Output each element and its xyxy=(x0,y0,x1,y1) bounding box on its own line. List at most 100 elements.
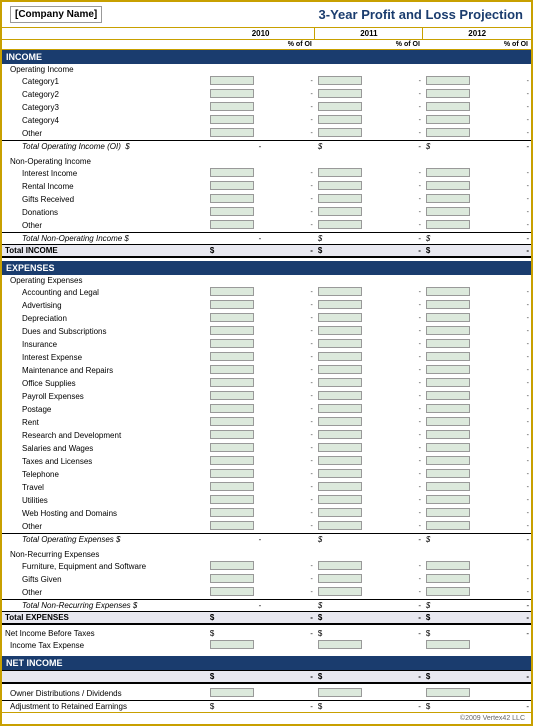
ins-2011-input[interactable] xyxy=(318,339,362,348)
gifts-rcv-2011-input[interactable] xyxy=(318,194,362,203)
furn-2012-input[interactable] xyxy=(426,561,470,570)
trav-2012-input[interactable] xyxy=(426,482,470,491)
rnd-2012-input[interactable] xyxy=(426,430,470,439)
tax-2011-input[interactable] xyxy=(318,456,362,465)
dist-2010-input[interactable] xyxy=(210,688,254,697)
cat2-2012-input[interactable] xyxy=(426,89,470,98)
opother-2012-input[interactable] xyxy=(426,521,470,530)
util-2010-input[interactable] xyxy=(210,495,254,504)
gifts-2010-input[interactable] xyxy=(210,574,254,583)
tax-2010-input[interactable] xyxy=(210,456,254,465)
dist-2011-input[interactable] xyxy=(318,688,362,697)
rent-2011-input[interactable] xyxy=(318,417,362,426)
adv-2010-input[interactable] xyxy=(210,300,254,309)
rental-2010-input[interactable] xyxy=(210,181,254,190)
dues-2010-input[interactable] xyxy=(210,326,254,335)
nonop-other-2012-input[interactable] xyxy=(426,220,470,229)
adv-2012-input[interactable] xyxy=(426,300,470,309)
web-2012-input[interactable] xyxy=(426,508,470,517)
nonop-other-2011-input[interactable] xyxy=(318,220,362,229)
other-2010-input[interactable] xyxy=(210,128,254,137)
tax-2012-input[interactable] xyxy=(426,456,470,465)
intexp-2011-input[interactable] xyxy=(318,352,362,361)
office-2010-input[interactable] xyxy=(210,378,254,387)
trav-2011-input[interactable] xyxy=(318,482,362,491)
cat4-2012-input[interactable] xyxy=(426,115,470,124)
ins-2012-input[interactable] xyxy=(426,339,470,348)
payroll-2012-input[interactable] xyxy=(426,391,470,400)
cat4-2010-input[interactable] xyxy=(210,115,254,124)
rent-2012-input[interactable] xyxy=(426,417,470,426)
ins-2010-input[interactable] xyxy=(210,339,254,348)
cat2-2010-input[interactable] xyxy=(210,89,254,98)
cat3-2012-input[interactable] xyxy=(426,102,470,111)
acct-2010-input[interactable] xyxy=(210,287,254,296)
cat2-2011-input[interactable] xyxy=(318,89,362,98)
maint-2010-input[interactable] xyxy=(210,365,254,374)
payroll-2010-input[interactable] xyxy=(210,391,254,400)
opother-2010-input[interactable] xyxy=(210,521,254,530)
sal-2011-input[interactable] xyxy=(318,443,362,452)
donations-2010-input[interactable] xyxy=(210,207,254,216)
rent-2010-input[interactable] xyxy=(210,417,254,426)
payroll-2011-input[interactable] xyxy=(318,391,362,400)
tax-exp-2012-input[interactable] xyxy=(426,640,470,649)
intexp-2012-input[interactable] xyxy=(426,352,470,361)
rnd-2010-input[interactable] xyxy=(210,430,254,439)
interest-2012-input[interactable] xyxy=(426,168,470,177)
web-2010-input[interactable] xyxy=(210,508,254,517)
opother-2011-input[interactable] xyxy=(318,521,362,530)
tel-2011-input[interactable] xyxy=(318,469,362,478)
acct-2011-input[interactable] xyxy=(318,287,362,296)
acct-2012-input[interactable] xyxy=(426,287,470,296)
cat4-2011-input[interactable] xyxy=(318,115,362,124)
interest-2010-input[interactable] xyxy=(210,168,254,177)
util-2011-input[interactable] xyxy=(318,495,362,504)
furn-2010-input[interactable] xyxy=(210,561,254,570)
gifts-2012-input[interactable] xyxy=(426,574,470,583)
rnd-2011-input[interactable] xyxy=(318,430,362,439)
cat1-2011-input[interactable] xyxy=(318,76,362,85)
trav-2010-input[interactable] xyxy=(210,482,254,491)
tel-2010-input[interactable] xyxy=(210,469,254,478)
maint-2011-input[interactable] xyxy=(318,365,362,374)
adv-2011-input[interactable] xyxy=(318,300,362,309)
donations-2011-input[interactable] xyxy=(318,207,362,216)
gifts-2011-input[interactable] xyxy=(318,574,362,583)
web-2011-input[interactable] xyxy=(318,508,362,517)
nrother-2010-input[interactable] xyxy=(210,587,254,596)
cat3-2010-input[interactable] xyxy=(210,102,254,111)
nonop-other-2010-input[interactable] xyxy=(210,220,254,229)
other-2012-input[interactable] xyxy=(426,128,470,137)
dues-2011-input[interactable] xyxy=(318,326,362,335)
cat1-2012-input[interactable] xyxy=(426,76,470,85)
other-2011-input[interactable] xyxy=(318,128,362,137)
donations-2012-input[interactable] xyxy=(426,207,470,216)
sal-2010-input[interactable] xyxy=(210,443,254,452)
cat3-2011-input[interactable] xyxy=(318,102,362,111)
rental-2012-input[interactable] xyxy=(426,181,470,190)
post-2011-input[interactable] xyxy=(318,404,362,413)
rental-2011-input[interactable] xyxy=(318,181,362,190)
sal-2012-input[interactable] xyxy=(426,443,470,452)
intexp-2010-input[interactable] xyxy=(210,352,254,361)
gifts-rcv-2010-input[interactable] xyxy=(210,194,254,203)
office-2011-input[interactable] xyxy=(318,378,362,387)
dep-2011-input[interactable] xyxy=(318,313,362,322)
post-2012-input[interactable] xyxy=(426,404,470,413)
office-2012-input[interactable] xyxy=(426,378,470,387)
cat1-2010-input[interactable] xyxy=(210,76,254,85)
nrother-2012-input[interactable] xyxy=(426,587,470,596)
dues-2012-input[interactable] xyxy=(426,326,470,335)
dist-2012-input[interactable] xyxy=(426,688,470,697)
dep-2010-input[interactable] xyxy=(210,313,254,322)
tel-2012-input[interactable] xyxy=(426,469,470,478)
util-2012-input[interactable] xyxy=(426,495,470,504)
nrother-2011-input[interactable] xyxy=(318,587,362,596)
gifts-rcv-2012-input[interactable] xyxy=(426,194,470,203)
tax-exp-2010-input[interactable] xyxy=(210,640,254,649)
maint-2012-input[interactable] xyxy=(426,365,470,374)
dep-2012-input[interactable] xyxy=(426,313,470,322)
interest-2011-input[interactable] xyxy=(318,168,362,177)
post-2010-input[interactable] xyxy=(210,404,254,413)
